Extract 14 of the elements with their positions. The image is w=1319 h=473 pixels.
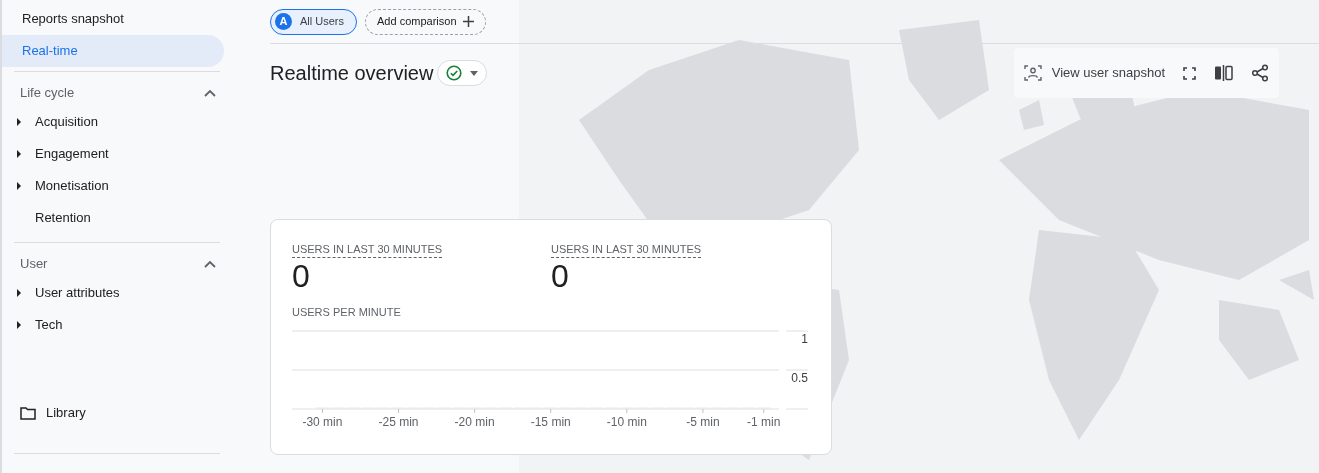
y-tick-label: 1 [801, 331, 808, 346]
metric-value: 0 [292, 258, 311, 294]
metric-value: 0 [551, 258, 570, 294]
x-tick-label: -15 min [530, 414, 571, 429]
y-tick-label: 0.5 [791, 370, 808, 385]
x-tick-label: -5 min [686, 414, 720, 429]
chart-title: USERS PER MINUTE [292, 305, 402, 320]
x-tick-label: -20 min [454, 414, 495, 429]
x-tick-label: -30 min [302, 414, 343, 429]
segment-letter: A [275, 13, 292, 30]
x-tick-label: -25 min [378, 414, 419, 429]
x-tick-label: -10 min [606, 414, 647, 429]
x-tick-label: -1 min [747, 414, 781, 429]
page-title: Realtime overview [270, 61, 434, 86]
